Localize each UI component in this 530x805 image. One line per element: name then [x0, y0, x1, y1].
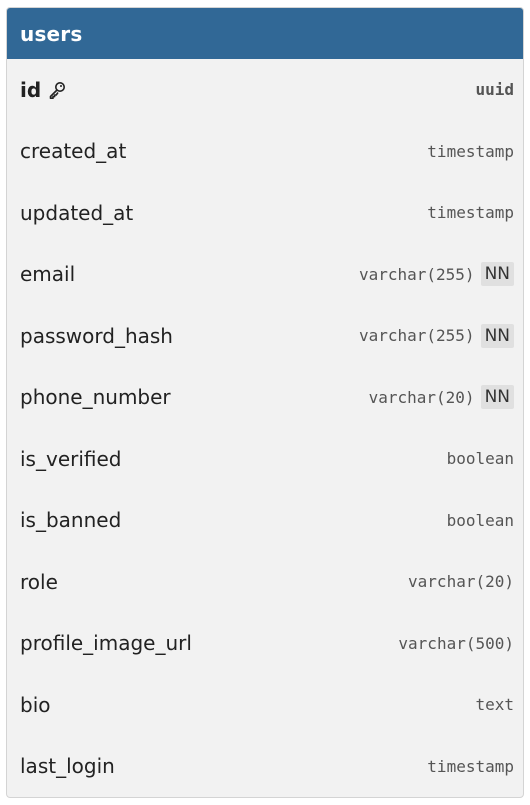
not-null-badge: NN — [480, 385, 514, 410]
column-row-created-at[interactable]: created_at timestamp — [7, 121, 523, 183]
column-type: varchar(20) — [368, 387, 475, 407]
column-name: last_login — [20, 754, 115, 779]
column-name: created_at — [20, 139, 127, 164]
column-row-id[interactable]: id uuid — [7, 59, 523, 121]
column-type: boolean — [446, 510, 514, 530]
column-row-last-login[interactable]: last_login timestamp — [7, 736, 523, 798]
column-name: password_hash — [20, 323, 173, 348]
key-icon — [47, 80, 67, 100]
column-name: updated_at — [20, 200, 134, 225]
column-row-bio[interactable]: bio text — [7, 674, 523, 736]
column-row-is-verified[interactable]: is_verified boolean — [7, 428, 523, 490]
column-name: phone_number — [20, 385, 171, 410]
column-name: id — [20, 78, 67, 102]
column-type: varchar(255) — [358, 264, 475, 284]
column-name: email — [20, 262, 76, 287]
table-name: users — [20, 21, 83, 46]
table-header[interactable]: users — [7, 8, 523, 59]
column-name: profile_image_url — [20, 631, 192, 656]
column-type: boolean — [446, 449, 514, 469]
column-row-updated-at[interactable]: updated_at timestamp — [7, 182, 523, 244]
entity-table-users[interactable]: users id uuid created_at timestamp updat… — [6, 7, 524, 798]
column-name: role — [20, 569, 58, 594]
column-name: bio — [20, 692, 51, 717]
column-row-phone-number[interactable]: phone_number varchar(20) NN — [7, 367, 523, 429]
column-row-email[interactable]: email varchar(255) NN — [7, 244, 523, 306]
column-row-is-banned[interactable]: is_banned boolean — [7, 490, 523, 552]
column-name: is_banned — [20, 508, 122, 533]
column-row-password-hash[interactable]: password_hash varchar(255) NN — [7, 305, 523, 367]
not-null-badge: NN — [480, 262, 514, 287]
column-type: uuid — [475, 80, 514, 100]
column-type: varchar(500) — [398, 633, 514, 653]
column-row-role[interactable]: role varchar(20) — [7, 551, 523, 613]
column-type: timestamp — [427, 756, 514, 776]
column-type: varchar(255) — [358, 326, 475, 346]
column-name: is_verified — [20, 446, 122, 471]
not-null-badge: NN — [480, 323, 514, 348]
column-type: varchar(20) — [408, 572, 514, 592]
column-type: text — [475, 695, 514, 715]
column-type: timestamp — [427, 203, 514, 223]
column-list: id uuid created_at timestamp updated_at … — [7, 59, 523, 797]
column-row-profile-image-url[interactable]: profile_image_url varchar(500) — [7, 613, 523, 675]
column-type: timestamp — [427, 141, 514, 161]
